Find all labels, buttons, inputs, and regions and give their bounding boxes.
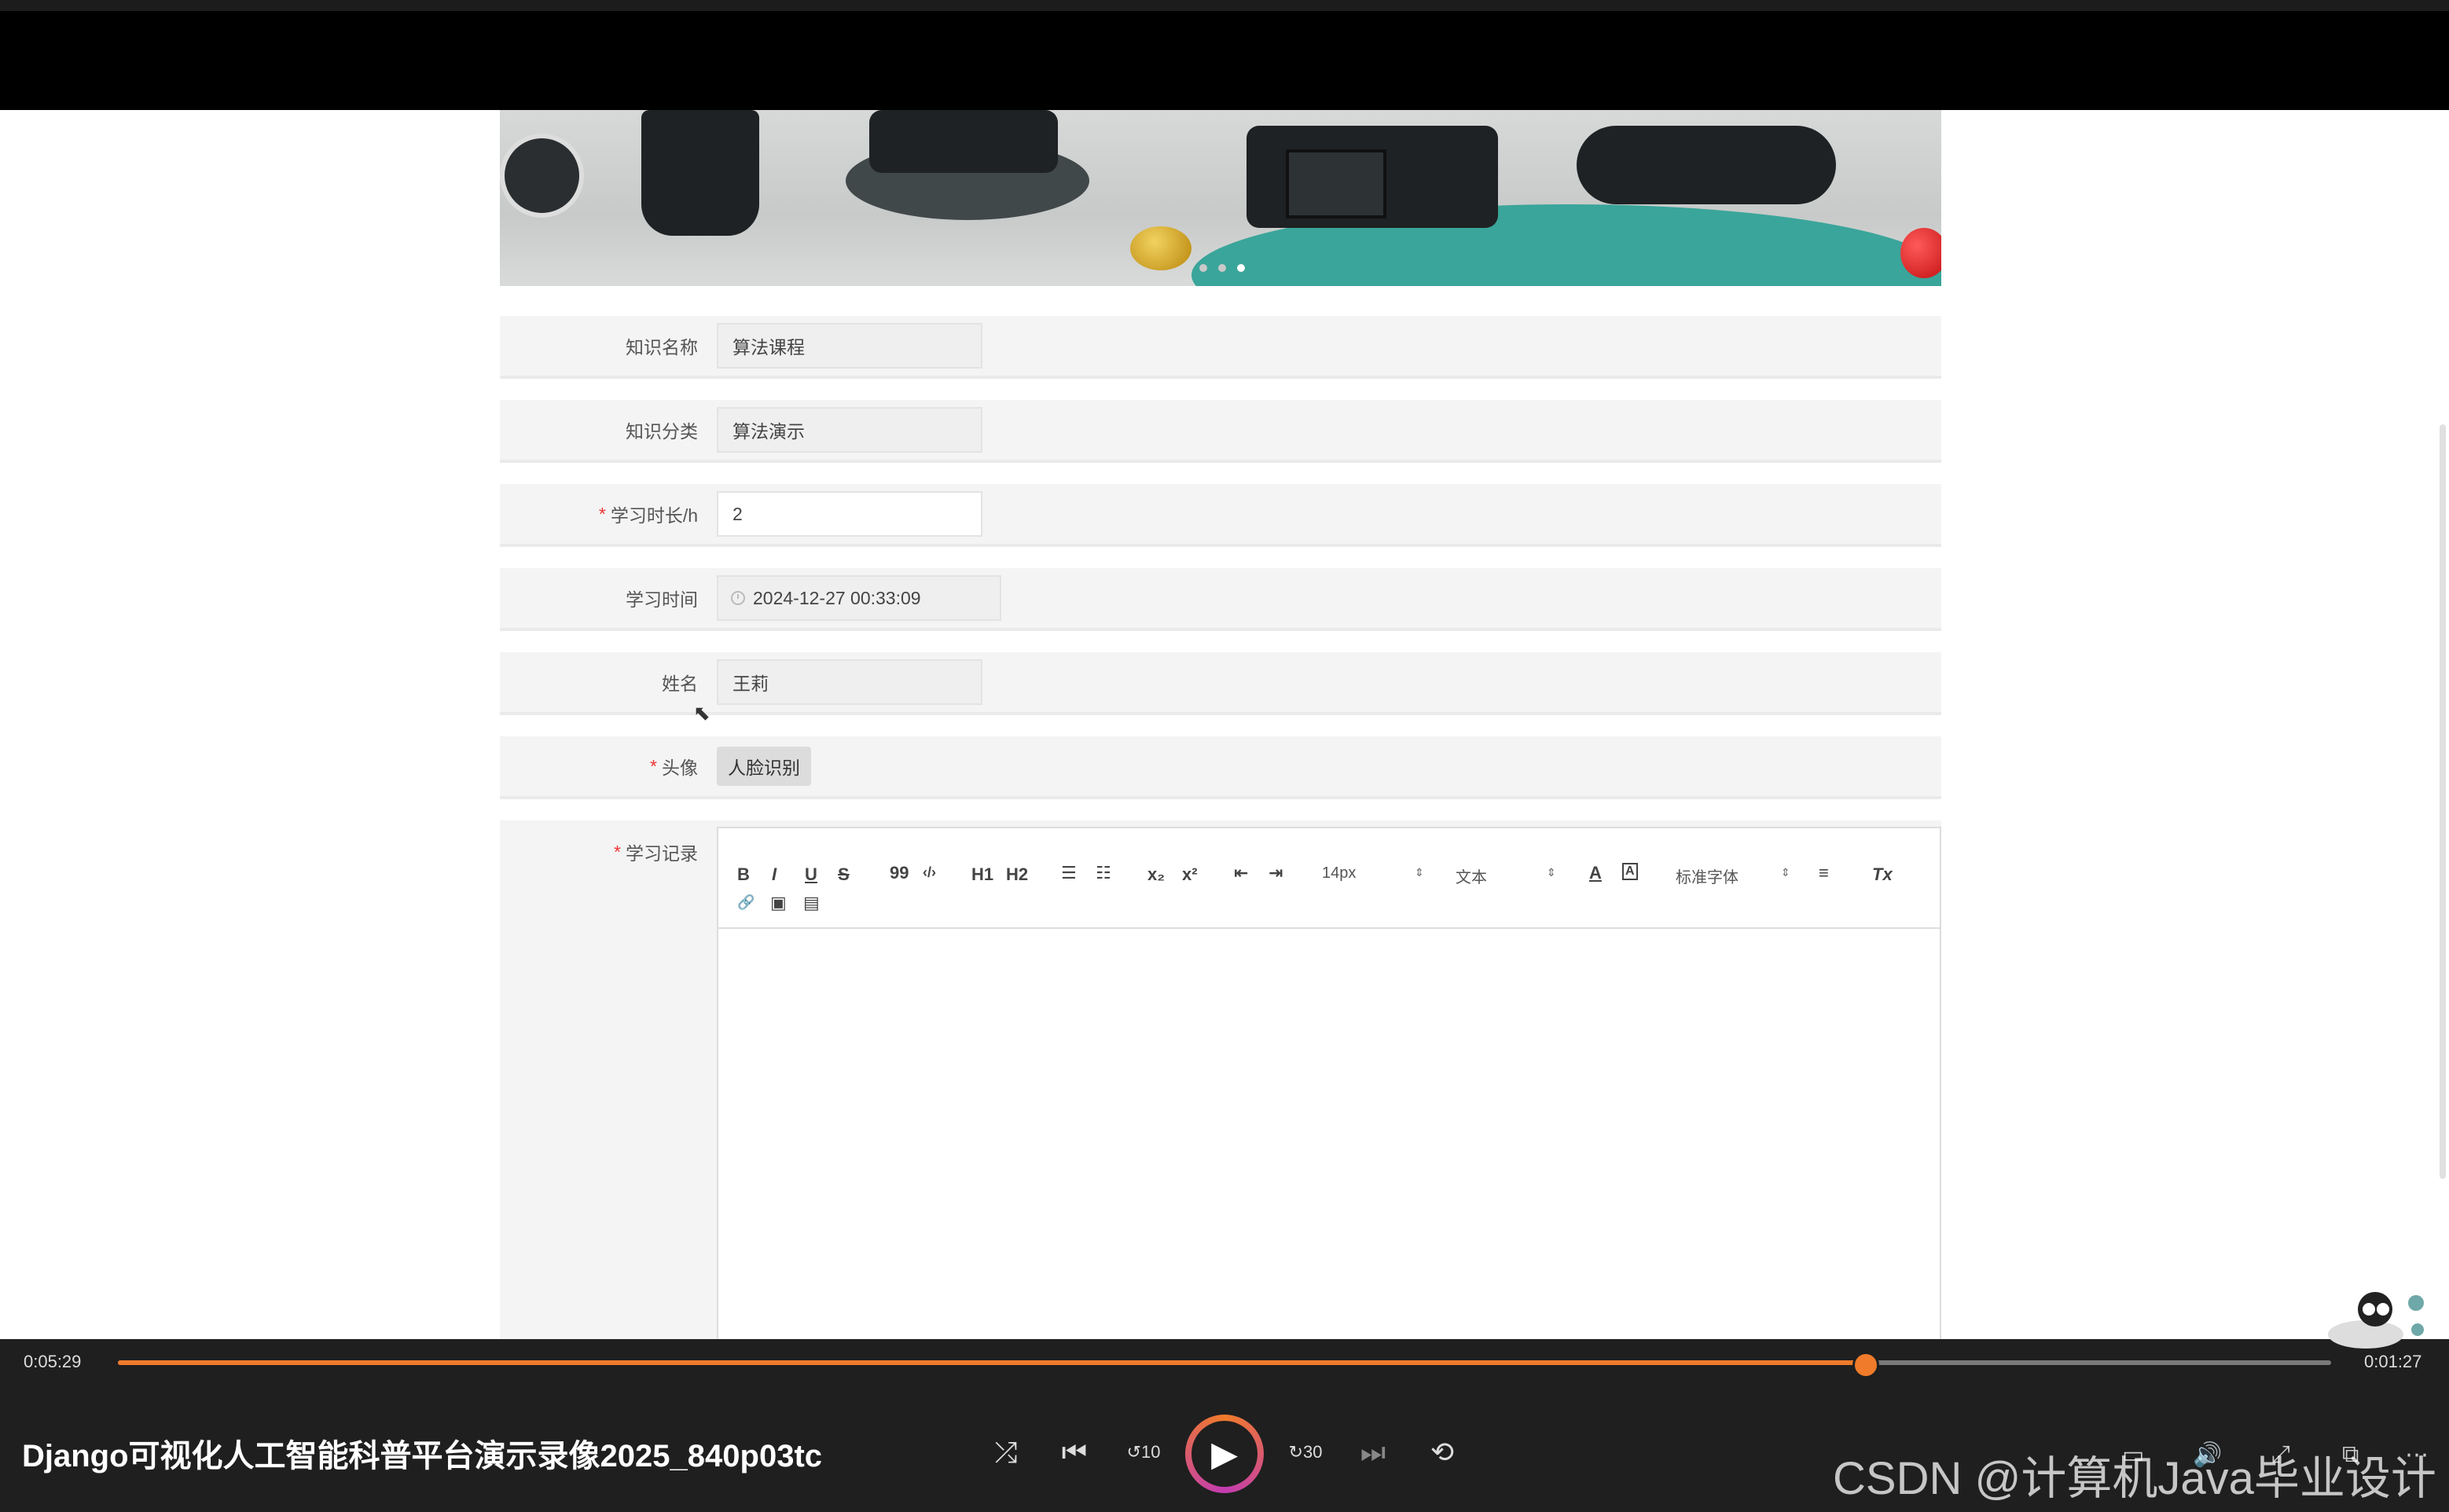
study-time-label: 学习时间 [626,589,698,610]
person-name-input[interactable]: 王莉 [717,659,982,705]
rewind-10-label: 10 [1140,1442,1161,1462]
heading-1-icon[interactable]: H1 [971,864,993,885]
clock-icon [731,591,745,605]
image-icon[interactable]: ▣ [770,893,787,913]
subscript-icon[interactable]: x₂ [1147,864,1165,885]
gold-ornament [1130,226,1191,270]
underline-icon[interactable]: U [805,864,817,885]
clear-format-icon[interactable]: Tx [1872,864,1893,885]
avatar-label: * 头像 [650,736,698,796]
knowledge-name-input[interactable]: 算法课程 [717,323,982,369]
camera-lens-image [500,134,584,218]
knowledge-category-label: 知识分类 [626,421,698,442]
elapsed-time: 0:05:29 [24,1352,82,1371]
italic-icon[interactable]: I [772,864,777,885]
select-arrows-icon: ⇕ [1415,866,1424,879]
csdn-watermark: CSDN @计算机Java毕业设计 [1833,1453,2436,1504]
knowledge-name-label: 知识名称 [626,337,698,358]
indent-icon[interactable]: ⇥ [1269,863,1283,883]
heading-2-icon[interactable]: H2 [1006,864,1028,885]
superscript-icon[interactable]: x² [1182,864,1198,885]
carousel-dot[interactable] [1199,264,1207,272]
camera-image [641,110,759,236]
required-mark: * [598,503,606,524]
required-mark: * [614,841,621,862]
font-size-select[interactable]: 14px ⇕ [1322,864,1432,883]
align-icon[interactable]: ≡ [1819,863,1829,883]
study-time-picker[interactable]: 2024-12-27 00:33:09 [717,575,1001,621]
mouse-cursor-icon: ⬉ [693,701,710,725]
dashcam-image [1577,126,1836,204]
blockquote-icon[interactable]: 99 [890,863,909,883]
font-family-select[interactable]: 标准字体 ⇕ [1676,864,1794,887]
carousel-dot-active[interactable] [1237,264,1245,272]
camera-image [869,110,1058,173]
form-row-avatar: * 头像 人脸识别 [500,736,1941,799]
font-family-value: 标准字体 [1676,869,1739,886]
text-style-value: 文本 [1456,869,1487,886]
text-style-select[interactable]: 文本 ⇕ [1456,864,1566,887]
rewind-10-icon[interactable]: ↺10 [1124,1437,1163,1468]
bold-icon[interactable]: B [737,864,750,885]
carousel-dot[interactable] [1218,264,1226,272]
page-scrollbar[interactable] [2440,424,2446,1179]
rich-text-editor: B I U S 99 ‹/› H1 H2 ☰ ☷ x₂ x² ⇤ ⇥ 14px … [717,827,1941,1353]
knowledge-category-input[interactable]: 算法演示 [717,407,982,453]
shuffle-icon[interactable]: ⤮ [986,1437,1026,1468]
form-row-name: 姓名 王莉 [500,652,1941,715]
forward-30-label: 30 [1302,1442,1323,1462]
red-ornament [1900,228,1941,278]
outdent-icon[interactable]: ⇤ [1234,863,1248,883]
editor-content-area[interactable] [718,929,1940,1353]
form-row-study-time: 学习时间 2024-12-27 00:33:09 [500,568,1941,631]
face-recognition-button[interactable]: 人脸识别 [717,747,811,786]
avatar-label-text: 头像 [662,758,698,778]
editor-toolbar: B I U S 99 ‹/› H1 H2 ☰ ☷ x₂ x² ⇤ ⇥ 14px … [718,828,1940,929]
video-letterbox-top [0,0,2449,110]
study-duration-input[interactable]: 2 [717,491,982,537]
font-size-value: 14px [1322,864,1357,882]
banner-carousel[interactable] [500,110,1941,286]
bullet-list-icon[interactable]: ☷ [1096,863,1111,883]
study-record-label: * 学习记录 [614,820,698,883]
mascot-cat-icon [2328,1292,2424,1349]
repeat-off-icon[interactable]: ⟲ [1423,1437,1462,1468]
select-arrows-icon: ⇕ [1547,866,1556,879]
video-icon[interactable]: ▤ [803,893,820,913]
form-row-study-duration: * 学习时长/h 2 [500,484,1941,547]
progress-fill [118,1360,1863,1365]
carousel-indicators[interactable] [1199,264,1245,272]
ordered-list-icon[interactable]: ☰ [1061,863,1077,883]
play-icon: ▶ [1191,1421,1258,1487]
form-row-knowledge-category: 知识分类 算法演示 [500,400,1941,463]
video-title: Django可视化人工智能科普平台演示录像2025_840p03tc [22,1439,823,1473]
play-button[interactable]: ▶ [1185,1415,1264,1493]
link-icon[interactable]: 🔗 [737,894,755,911]
select-arrows-icon: ⇕ [1781,866,1790,879]
font-color-icon[interactable]: A [1589,863,1602,883]
required-mark: * [650,755,657,776]
form-row-knowledge-name: 知识名称 算法课程 [500,316,1941,379]
study-duration-label: * 学习时长/h [599,484,698,544]
forward-30-icon[interactable]: ↻30 [1286,1437,1325,1468]
previous-icon[interactable]: ⏮ [1055,1437,1094,1468]
code-icon[interactable]: ‹/› [923,864,936,881]
next-icon[interactable]: ⏭ [1353,1437,1393,1468]
study-record-label-text: 学习记录 [626,843,698,864]
strikethrough-icon[interactable]: S [838,864,850,885]
study-time-value: 2024-12-27 00:33:09 [753,587,921,608]
progress-handle[interactable] [1852,1352,1879,1378]
background-color-icon[interactable]: A [1622,863,1638,880]
study-duration-label-text: 学习时长/h [610,505,698,526]
